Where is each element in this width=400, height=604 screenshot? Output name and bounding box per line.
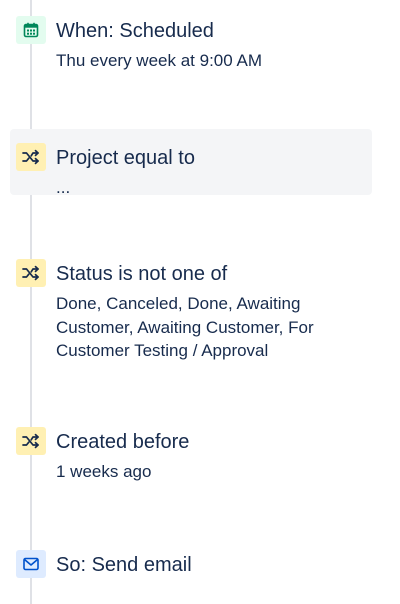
action-badge [16,550,46,578]
envelope-icon [23,557,39,571]
step-title: When: Scheduled [56,20,214,42]
shuffle-icon [22,149,39,165]
step-title: Status is not one of [56,263,228,285]
step-description: Done, Canceled, Done, Awaiting Customer,… [56,294,314,360]
shuffle-icon [22,433,39,449]
condition-badge [16,427,46,455]
step-title: Created before [56,431,190,453]
step-description: Thu every week at 9:00 AM [56,51,262,70]
condition-badge [16,143,46,171]
step-title: So: Send email [56,554,192,576]
calendar-icon [23,22,39,38]
shuffle-icon [22,265,39,281]
step-description: ... [56,178,71,197]
timeline-rail [30,0,32,604]
step-description: 1 weeks ago [56,462,152,481]
condition-badge [16,259,46,287]
trigger-badge [16,16,46,44]
step-title: Project equal to [56,147,195,169]
